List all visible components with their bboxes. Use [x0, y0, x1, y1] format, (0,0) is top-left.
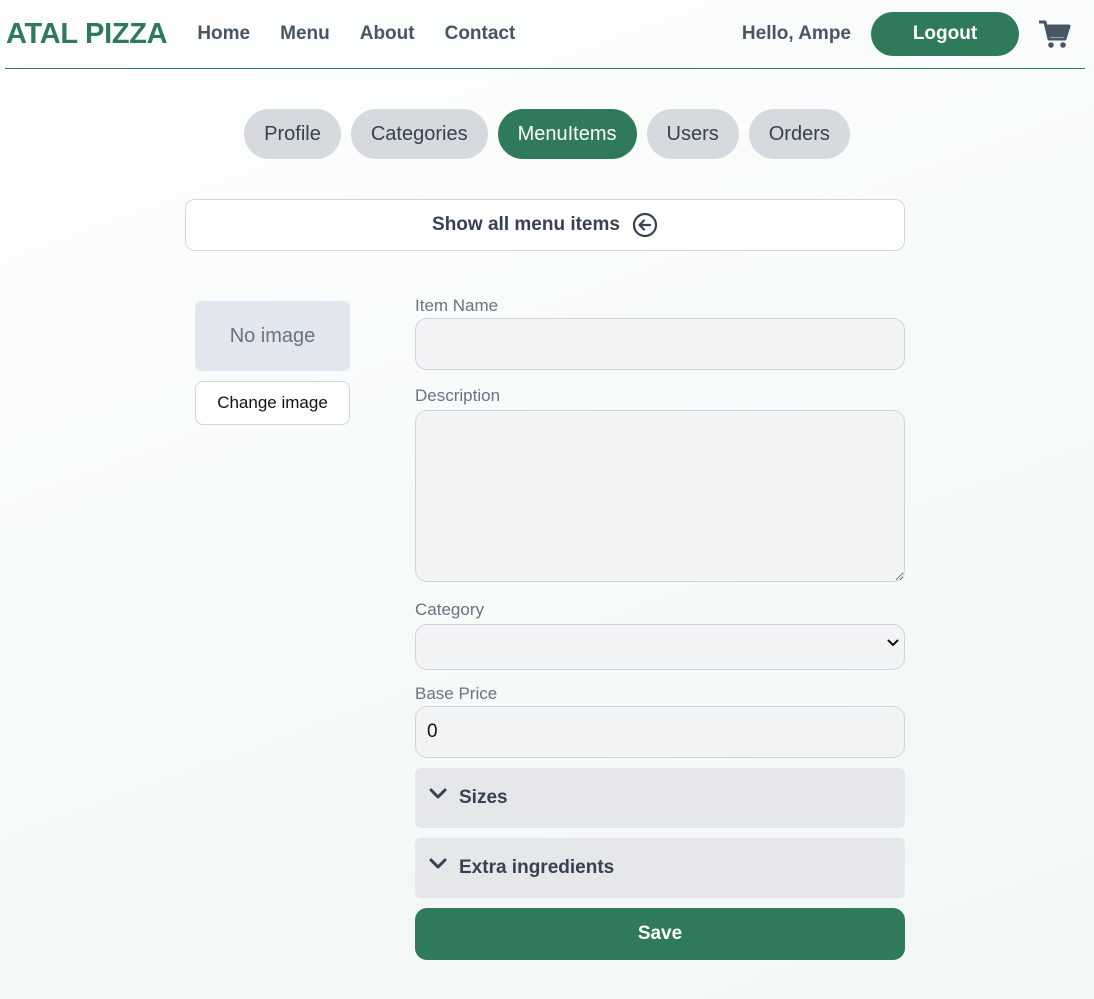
arrow-left-circle-icon	[632, 212, 658, 238]
item-name-label: Item Name	[415, 296, 499, 315]
tab-menuitems[interactable]: MenuItems	[497, 109, 637, 159]
save-button[interactable]: Save	[415, 908, 905, 960]
image-placeholder: No image	[195, 301, 350, 371]
sizes-label: Sizes	[459, 787, 508, 808]
nav-menu[interactable]: Menu	[280, 23, 330, 45]
show-all-menu-items-button[interactable]: Show all menu items	[185, 199, 905, 251]
item-name-input[interactable]	[415, 318, 905, 370]
category-select[interactable]	[415, 624, 905, 670]
description-label: Description	[415, 386, 501, 405]
no-image-text: No image	[229, 324, 316, 347]
extra-ingredients-label: Extra ingredients	[459, 857, 615, 878]
category-label: Category	[415, 600, 484, 619]
show-all-label: Show all menu items	[432, 214, 620, 235]
description-textarea[interactable]	[415, 410, 905, 582]
tab-orders[interactable]: Orders	[748, 109, 850, 159]
header-right: Hello, Ampe Logout	[742, 12, 1085, 56]
site-header: ATAL PIZZA Home Menu About Contact Hello…	[5, 0, 1085, 69]
menu-item-form: Item Name Description Category Base Pric…	[415, 296, 905, 960]
nav-home[interactable]: Home	[197, 23, 250, 45]
nav-about[interactable]: About	[360, 23, 415, 45]
sizes-accordion[interactable]: Sizes	[415, 768, 905, 828]
tab-profile[interactable]: Profile	[244, 109, 341, 159]
cart-icon[interactable]	[1038, 19, 1071, 49]
site-logo[interactable]: ATAL PIZZA	[6, 18, 168, 51]
base-price-label: Base Price	[415, 684, 498, 703]
change-image-button[interactable]: Change image	[195, 381, 350, 425]
extra-ingredients-accordion[interactable]: Extra ingredients	[415, 838, 905, 898]
main-nav: Home Menu About Contact	[197, 23, 515, 45]
chevron-down-icon	[429, 788, 447, 799]
user-greeting[interactable]: Hello, Ampe	[742, 23, 851, 45]
nav-contact[interactable]: Contact	[445, 23, 516, 45]
logout-button[interactable]: Logout	[871, 12, 1019, 56]
tab-users[interactable]: Users	[646, 109, 739, 159]
tab-categories[interactable]: Categories	[350, 109, 488, 159]
admin-tabs: Profile Categories MenuItems Users Order…	[0, 109, 1094, 159]
base-price-input[interactable]	[415, 706, 905, 758]
chevron-down-icon	[429, 858, 447, 869]
category-select-wrapper	[415, 620, 905, 670]
